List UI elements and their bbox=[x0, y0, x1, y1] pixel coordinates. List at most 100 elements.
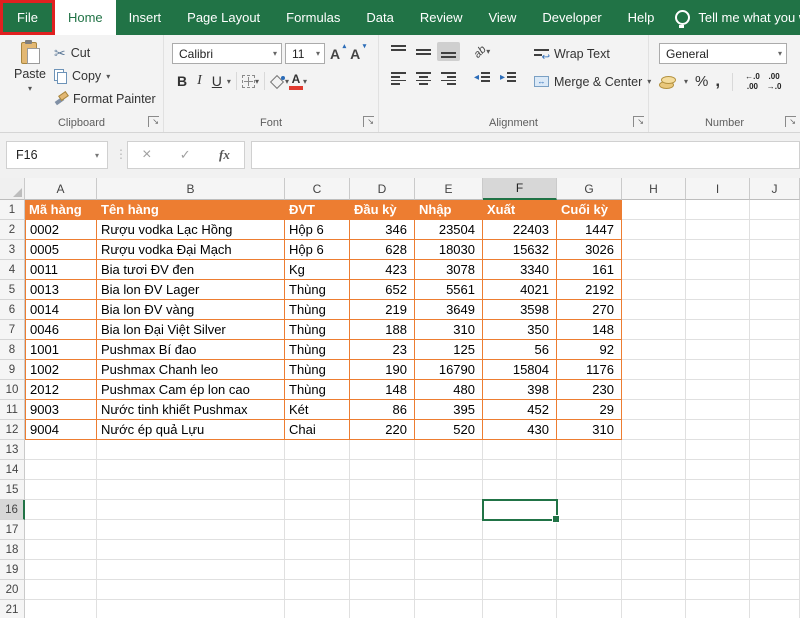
cell-I12[interactable] bbox=[686, 420, 750, 440]
paste-button[interactable]: Paste ▾ bbox=[6, 41, 54, 109]
cell-I9[interactable] bbox=[686, 360, 750, 380]
cell-H16[interactable] bbox=[622, 500, 686, 520]
increase-font-size-button[interactable]: A▴ bbox=[325, 46, 345, 62]
cell-G21[interactable] bbox=[557, 600, 622, 618]
cell-D8[interactable]: 23 bbox=[350, 340, 415, 360]
cell-C5[interactable]: Thùng bbox=[285, 280, 350, 300]
font-dialog-launcher[interactable]: ↘ bbox=[363, 116, 374, 127]
cell-B15[interactable] bbox=[97, 480, 285, 500]
bold-button[interactable]: B bbox=[172, 72, 192, 91]
column-header-C[interactable]: C bbox=[285, 178, 350, 200]
row-header-3[interactable]: 3 bbox=[0, 240, 25, 260]
cell-J5[interactable] bbox=[750, 280, 800, 300]
row-header-11[interactable]: 11 bbox=[0, 400, 25, 420]
cell-F13[interactable] bbox=[483, 440, 557, 460]
cell-G19[interactable] bbox=[557, 560, 622, 580]
cell-B17[interactable] bbox=[97, 520, 285, 540]
row-header-20[interactable]: 20 bbox=[0, 580, 25, 600]
cell-F2[interactable]: 22403 bbox=[483, 220, 557, 240]
cell-G3[interactable]: 3026 bbox=[557, 240, 622, 260]
enter-icon[interactable]: ✓ bbox=[180, 147, 191, 163]
cell-B4[interactable]: Bia tươi ĐV đen bbox=[97, 260, 285, 280]
cell-I20[interactable] bbox=[686, 580, 750, 600]
increase-decimal-button[interactable]: ←.0.00 bbox=[745, 72, 760, 91]
select-all-corner[interactable] bbox=[0, 178, 25, 200]
cell-B3[interactable]: Rượu vodka Đại Mạch bbox=[97, 240, 285, 260]
column-header-I[interactable]: I bbox=[686, 178, 750, 200]
decrease-font-size-button[interactable]: A▾ bbox=[345, 46, 365, 62]
cell-E8[interactable]: 125 bbox=[415, 340, 483, 360]
cell-E10[interactable]: 480 bbox=[415, 380, 483, 400]
cell-A7[interactable]: 0046 bbox=[25, 320, 97, 340]
cell-B11[interactable]: Nước tinh khiết Pushmax bbox=[97, 400, 285, 420]
tab-formulas[interactable]: Formulas bbox=[273, 0, 353, 35]
cell-H19[interactable] bbox=[622, 560, 686, 580]
tab-page-layout[interactable]: Page Layout bbox=[174, 0, 273, 35]
cell-E6[interactable]: 3649 bbox=[415, 300, 483, 320]
tab-home[interactable]: Home bbox=[55, 0, 116, 35]
cell-D4[interactable]: 423 bbox=[350, 260, 415, 280]
cell-F3[interactable]: 15632 bbox=[483, 240, 557, 260]
formula-input[interactable] bbox=[251, 141, 800, 169]
cell-G18[interactable] bbox=[557, 540, 622, 560]
cell-D11[interactable]: 86 bbox=[350, 400, 415, 420]
cell-H14[interactable] bbox=[622, 460, 686, 480]
row-header-19[interactable]: 19 bbox=[0, 560, 25, 580]
cell-D10[interactable]: 148 bbox=[350, 380, 415, 400]
cell-E12[interactable]: 520 bbox=[415, 420, 483, 440]
cell-J1[interactable] bbox=[750, 200, 800, 220]
decrease-decimal-button[interactable]: .00→.0 bbox=[767, 72, 782, 91]
cell-J20[interactable] bbox=[750, 580, 800, 600]
cell-B5[interactable]: Bia lon ĐV Lager bbox=[97, 280, 285, 300]
cell-J6[interactable] bbox=[750, 300, 800, 320]
tab-insert[interactable]: Insert bbox=[116, 0, 175, 35]
cell-J8[interactable] bbox=[750, 340, 800, 360]
cell-H20[interactable] bbox=[622, 580, 686, 600]
tab-data[interactable]: Data bbox=[353, 0, 406, 35]
align-left-button[interactable] bbox=[387, 69, 410, 88]
cut-button[interactable]: ✂ Cut bbox=[54, 43, 156, 63]
cell-C7[interactable]: Thùng bbox=[285, 320, 350, 340]
cell-A10[interactable]: 2012 bbox=[25, 380, 97, 400]
cell-B8[interactable]: Pushmax Bí đao bbox=[97, 340, 285, 360]
cell-A21[interactable] bbox=[25, 600, 97, 618]
align-top-button[interactable] bbox=[387, 42, 410, 61]
percent-style-button[interactable]: % bbox=[695, 73, 708, 90]
copy-button[interactable]: Copy ▾ bbox=[54, 66, 156, 86]
cell-H3[interactable] bbox=[622, 240, 686, 260]
cell-F4[interactable]: 3340 bbox=[483, 260, 557, 280]
column-header-B[interactable]: B bbox=[97, 178, 285, 200]
tab-help[interactable]: Help bbox=[615, 0, 668, 35]
cell-B9[interactable]: Pushmax Chanh leo bbox=[97, 360, 285, 380]
cell-C2[interactable]: Hộp 6 bbox=[285, 220, 350, 240]
cell-G8[interactable]: 92 bbox=[557, 340, 622, 360]
cell-F17[interactable] bbox=[483, 520, 557, 540]
cell-B13[interactable] bbox=[97, 440, 285, 460]
cell-E4[interactable]: 3078 bbox=[415, 260, 483, 280]
cell-D21[interactable] bbox=[350, 600, 415, 618]
cell-A5[interactable]: 0013 bbox=[25, 280, 97, 300]
cell-H4[interactable] bbox=[622, 260, 686, 280]
cell-A1[interactable]: Mã hàng bbox=[25, 200, 97, 220]
cell-E15[interactable] bbox=[415, 480, 483, 500]
cell-D18[interactable] bbox=[350, 540, 415, 560]
tell-me-box[interactable]: Tell me what you want bbox=[675, 0, 800, 35]
cell-F11[interactable]: 452 bbox=[483, 400, 557, 420]
cell-J12[interactable] bbox=[750, 420, 800, 440]
cell-I17[interactable] bbox=[686, 520, 750, 540]
cell-H21[interactable] bbox=[622, 600, 686, 618]
cell-G17[interactable] bbox=[557, 520, 622, 540]
comma-style-button[interactable]: , bbox=[715, 78, 720, 85]
cell-B18[interactable] bbox=[97, 540, 285, 560]
row-header-13[interactable]: 13 bbox=[0, 440, 25, 460]
cell-C3[interactable]: Hộp 6 bbox=[285, 240, 350, 260]
cell-F18[interactable] bbox=[483, 540, 557, 560]
italic-button[interactable]: I bbox=[192, 72, 207, 91]
clipboard-dialog-launcher[interactable]: ↘ bbox=[148, 116, 159, 127]
number-dialog-launcher[interactable]: ↘ bbox=[785, 116, 796, 127]
cell-A14[interactable] bbox=[25, 460, 97, 480]
cell-G2[interactable]: 1447 bbox=[557, 220, 622, 240]
cell-I1[interactable] bbox=[686, 200, 750, 220]
number-format-dropdown[interactable]: General ▾ bbox=[659, 43, 787, 64]
cell-H8[interactable] bbox=[622, 340, 686, 360]
